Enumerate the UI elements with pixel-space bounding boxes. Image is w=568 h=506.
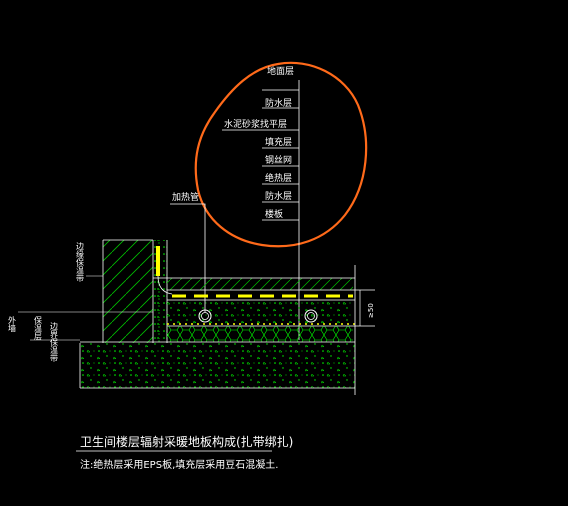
layer-label: 防水层 (265, 190, 292, 202)
filler-layer (167, 300, 353, 324)
insulation-label: 保温层 (34, 315, 43, 341)
slab (80, 343, 355, 388)
layer-label: 钢丝网 (265, 154, 292, 166)
svg-text:≥50: ≥50 (367, 303, 375, 318)
layer-label: 水泥砂浆找平层 (224, 118, 287, 130)
dimension-marker: ≥50 (355, 289, 375, 327)
drawing-title: 卫生间楼层辐射采暖地板构成(扎带绑扎) (80, 434, 293, 449)
layer-label: 楼板 (265, 208, 283, 220)
wall-insulation-label: 边缘保温带 (76, 241, 85, 283)
svg-text:边界保温带: 边界保温带 (50, 321, 59, 363)
layer-label: 防水层 (265, 97, 292, 109)
svg-text:边缘保温带: 边缘保温带 (76, 241, 85, 283)
floor-section-drawing: 地面层 防水层 水泥砂浆找平层 填充层 钢丝网 绝热层 防水层 楼板 加热管 边… (8, 61, 375, 471)
insulation-layer (167, 326, 353, 342)
wall-hatch (103, 240, 153, 343)
drawing-canvas: 地面层 防水层 水泥砂浆找平层 填充层 钢丝网 绝热层 防水层 楼板 加热管 边… (0, 0, 568, 506)
layer-label: 填充层 (265, 136, 292, 148)
layer-label: 绝热层 (265, 172, 292, 184)
drawing-note: 注:绝热层采用EPS板,填充层采用豆石混凝土. (80, 458, 278, 471)
edge-strip-label: 边界保温带 (50, 321, 59, 363)
floor-surface (167, 278, 353, 290)
svg-text:外墙: 外墙 (8, 315, 17, 333)
outer-wall-label: 外墙 (8, 315, 17, 333)
layer-label: 地面层 (267, 65, 294, 77)
heating-pipe-label: 加热管 (172, 191, 199, 203)
svg-text:保温层: 保温层 (34, 315, 43, 341)
